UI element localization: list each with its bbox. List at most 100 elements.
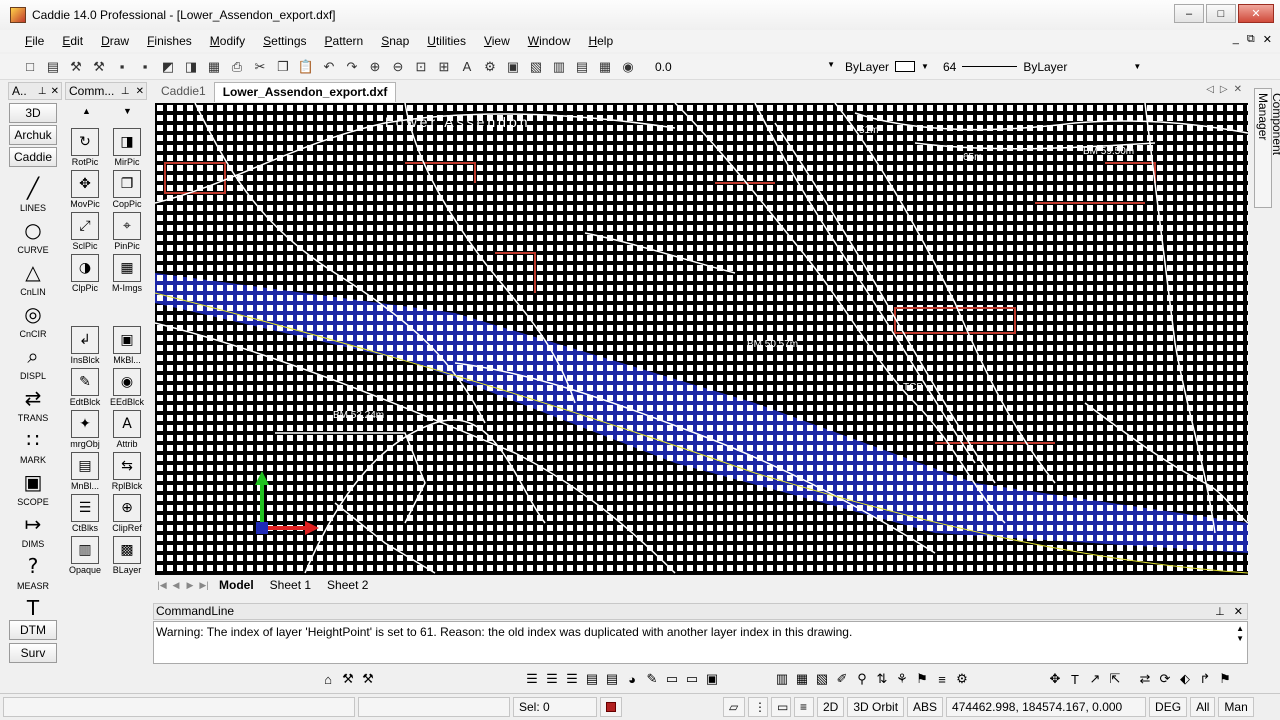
zoom-window-icon[interactable]: ⊡ — [411, 57, 431, 77]
menu-settings[interactable]: Settings — [254, 30, 315, 52]
layer-icon[interactable]: ▣ — [702, 669, 722, 689]
tool-cnlin[interactable]: △ CnLIN — [8, 258, 58, 297]
utility-icon[interactable]: ⚙ — [952, 669, 972, 689]
tab-lower-assendon[interactable]: Lower_Assendon_export.dxf — [213, 82, 397, 102]
category-3d[interactable]: 3D — [9, 103, 57, 123]
utility-icon[interactable]: ▧ — [812, 669, 832, 689]
scroll-up-icon[interactable]: ▲ — [82, 106, 91, 116]
tool-dims[interactable]: ↦ DIMS — [8, 510, 58, 549]
utility-icon[interactable]: ⇅ — [872, 669, 892, 689]
tab-prev-icon[interactable]: ◁ — [1206, 84, 1214, 95]
mdi-close-button[interactable]: ✕ — [1263, 33, 1272, 46]
tool-measr[interactable]: ? MEASR — [8, 552, 58, 591]
utility-icon[interactable]: ▦ — [792, 669, 812, 689]
category-surv[interactable]: Surv — [9, 643, 57, 663]
category-archuk[interactable]: Archuk — [9, 125, 57, 145]
tool-mark[interactable]: ∷ MARK — [8, 426, 58, 465]
transform-icon[interactable]: ⟳ — [1155, 669, 1175, 689]
utility-icon[interactable]: ⚑ — [912, 669, 932, 689]
layer-icon[interactable]: ◕ — [622, 669, 642, 689]
drawing-canvas[interactable]: Lower Assendon BM 59.50m BM 50.57m BM 53… — [155, 103, 1248, 575]
units-button[interactable]: DEG — [1149, 697, 1188, 717]
category-caddie[interactable]: Caddie — [9, 147, 57, 167]
tool-trans[interactable]: ⇄ TRANS — [8, 384, 58, 423]
layer-icon[interactable]: ▤ — [602, 669, 622, 689]
color-dropdown[interactable]: ByLayer ▼ — [845, 60, 929, 74]
brick-icon[interactable] — [600, 697, 622, 717]
menu-modify[interactable]: Modify — [201, 30, 254, 52]
layer-icon[interactable]: ✎ — [642, 669, 662, 689]
layer-icon[interactable]: ☰ — [542, 669, 562, 689]
cmd-attrib[interactable]: A Attrib — [107, 410, 147, 449]
snap-icon[interactable]: ⚒ — [338, 669, 358, 689]
cmd-clppic[interactable]: ◑ ClpPic — [65, 254, 105, 293]
transform-icon[interactable]: ⚑ — [1215, 669, 1235, 689]
close-icon[interactable]: ✕ — [136, 86, 144, 97]
utility-icon[interactable]: ≡ — [932, 669, 952, 689]
maximize-button[interactable]: □ — [1206, 4, 1236, 23]
book-icon[interactable]: ▱ — [723, 697, 745, 717]
cmd-m-imgs[interactable]: ▦ M-Imgs — [107, 254, 147, 293]
menu-window[interactable]: Window — [519, 30, 580, 52]
print-icon[interactable]: ⎙ — [227, 57, 247, 77]
tool-displ[interactable]: ⌕ DISPL — [8, 342, 58, 381]
cmd-mnbl-[interactable]: ▤ MnBl... — [65, 452, 105, 491]
transform-icon[interactable]: T — [1065, 669, 1085, 689]
scroll-down-icon[interactable]: ▼ — [1236, 634, 1244, 643]
save-icon[interactable]: ▪ — [112, 57, 132, 77]
tool-curve[interactable]: ○ CURVE — [8, 216, 58, 255]
views-icon[interactable]: ▧ — [526, 57, 546, 77]
cmd-coppic[interactable]: ❐ CopPic — [107, 170, 147, 209]
man-button[interactable]: Man — [1218, 697, 1254, 717]
first-sheet-icon[interactable]: |◀ — [155, 580, 169, 591]
tool-text[interactable]: T — [8, 594, 58, 623]
cut-icon[interactable]: ✂ — [250, 57, 270, 77]
close-icon[interactable]: ✕ — [1234, 606, 1243, 618]
menu-snap[interactable]: Snap — [372, 30, 418, 52]
menu-finishes[interactable]: Finishes — [138, 30, 201, 52]
utility-icon[interactable]: ✐ — [832, 669, 852, 689]
pin-icon[interactable]: ⊥ — [121, 86, 130, 97]
grid-icon[interactable]: ⋮ — [748, 697, 768, 717]
copy-icon[interactable]: ❐ — [273, 57, 293, 77]
transform-icon[interactable]: ↗ — [1085, 669, 1105, 689]
layers-icon[interactable]: ▣ — [503, 57, 523, 77]
cmd-opaque[interactable]: ▥ Opaque — [65, 536, 105, 575]
utility-icon[interactable]: ⚲ — [852, 669, 872, 689]
component-manager-tab[interactable]: Component Manager — [1254, 88, 1280, 208]
lineweight-dropdown[interactable]: 64 ByLayer ▼ — [943, 60, 1141, 74]
zoom-in-icon[interactable]: ⊕ — [365, 57, 385, 77]
cmd-blayer[interactable]: ▩ BLayer — [107, 536, 147, 575]
settings-icon[interactable]: ⚙ — [480, 57, 500, 77]
cmd-mirpic[interactable]: ◨ MirPic — [107, 128, 147, 167]
abs-button[interactable]: ABS — [907, 697, 944, 717]
sheet-tab-2[interactable]: Sheet 2 — [319, 578, 376, 592]
transform-icon[interactable]: ⇱ — [1105, 669, 1125, 689]
camera-icon[interactable]: ◉ — [618, 57, 638, 77]
text-icon[interactable]: A — [457, 57, 477, 77]
last-sheet-icon[interactable]: ▶| — [197, 580, 211, 591]
cmd-edtblck[interactable]: ✎ EdtBlck — [65, 368, 105, 407]
menu-file[interactable]: File — [16, 30, 53, 52]
print-preview-icon[interactable]: ▦ — [204, 57, 224, 77]
tool-lines[interactable]: ╱ LINES — [8, 174, 58, 213]
clipboard-icon[interactable]: ▦ — [595, 57, 615, 77]
sheets-icon[interactable]: ▥ — [549, 57, 569, 77]
snap-icon[interactable]: ⚒ — [358, 669, 378, 689]
transform-icon[interactable]: ⬖ — [1175, 669, 1195, 689]
import-icon[interactable]: ◨ — [181, 57, 201, 77]
cmd-insblck[interactable]: ↲ InsBlck — [65, 326, 105, 365]
pin-icon[interactable]: ⊥ — [38, 86, 47, 97]
cmd-mrgobj[interactable]: ✦ mrgObj — [65, 410, 105, 449]
tab-close-icon[interactable]: ✕ — [1234, 84, 1242, 95]
cmd-movpic[interactable]: ✥ MovPic — [65, 170, 105, 209]
menu-utilities[interactable]: Utilities — [418, 30, 475, 52]
3d-orbit-button[interactable]: 3D Orbit — [847, 697, 905, 717]
new-icon[interactable]: □ — [20, 57, 40, 77]
book-icon[interactable]: ▤ — [572, 57, 592, 77]
menu-view[interactable]: View — [475, 30, 519, 52]
tool-icon[interactable]: ⚒ — [66, 57, 86, 77]
menu-icon[interactable]: ≡ — [794, 697, 814, 717]
layer-icon[interactable]: ▤ — [582, 669, 602, 689]
commandline-output[interactable]: Warning: The index of layer 'HeightPoint… — [153, 621, 1248, 664]
